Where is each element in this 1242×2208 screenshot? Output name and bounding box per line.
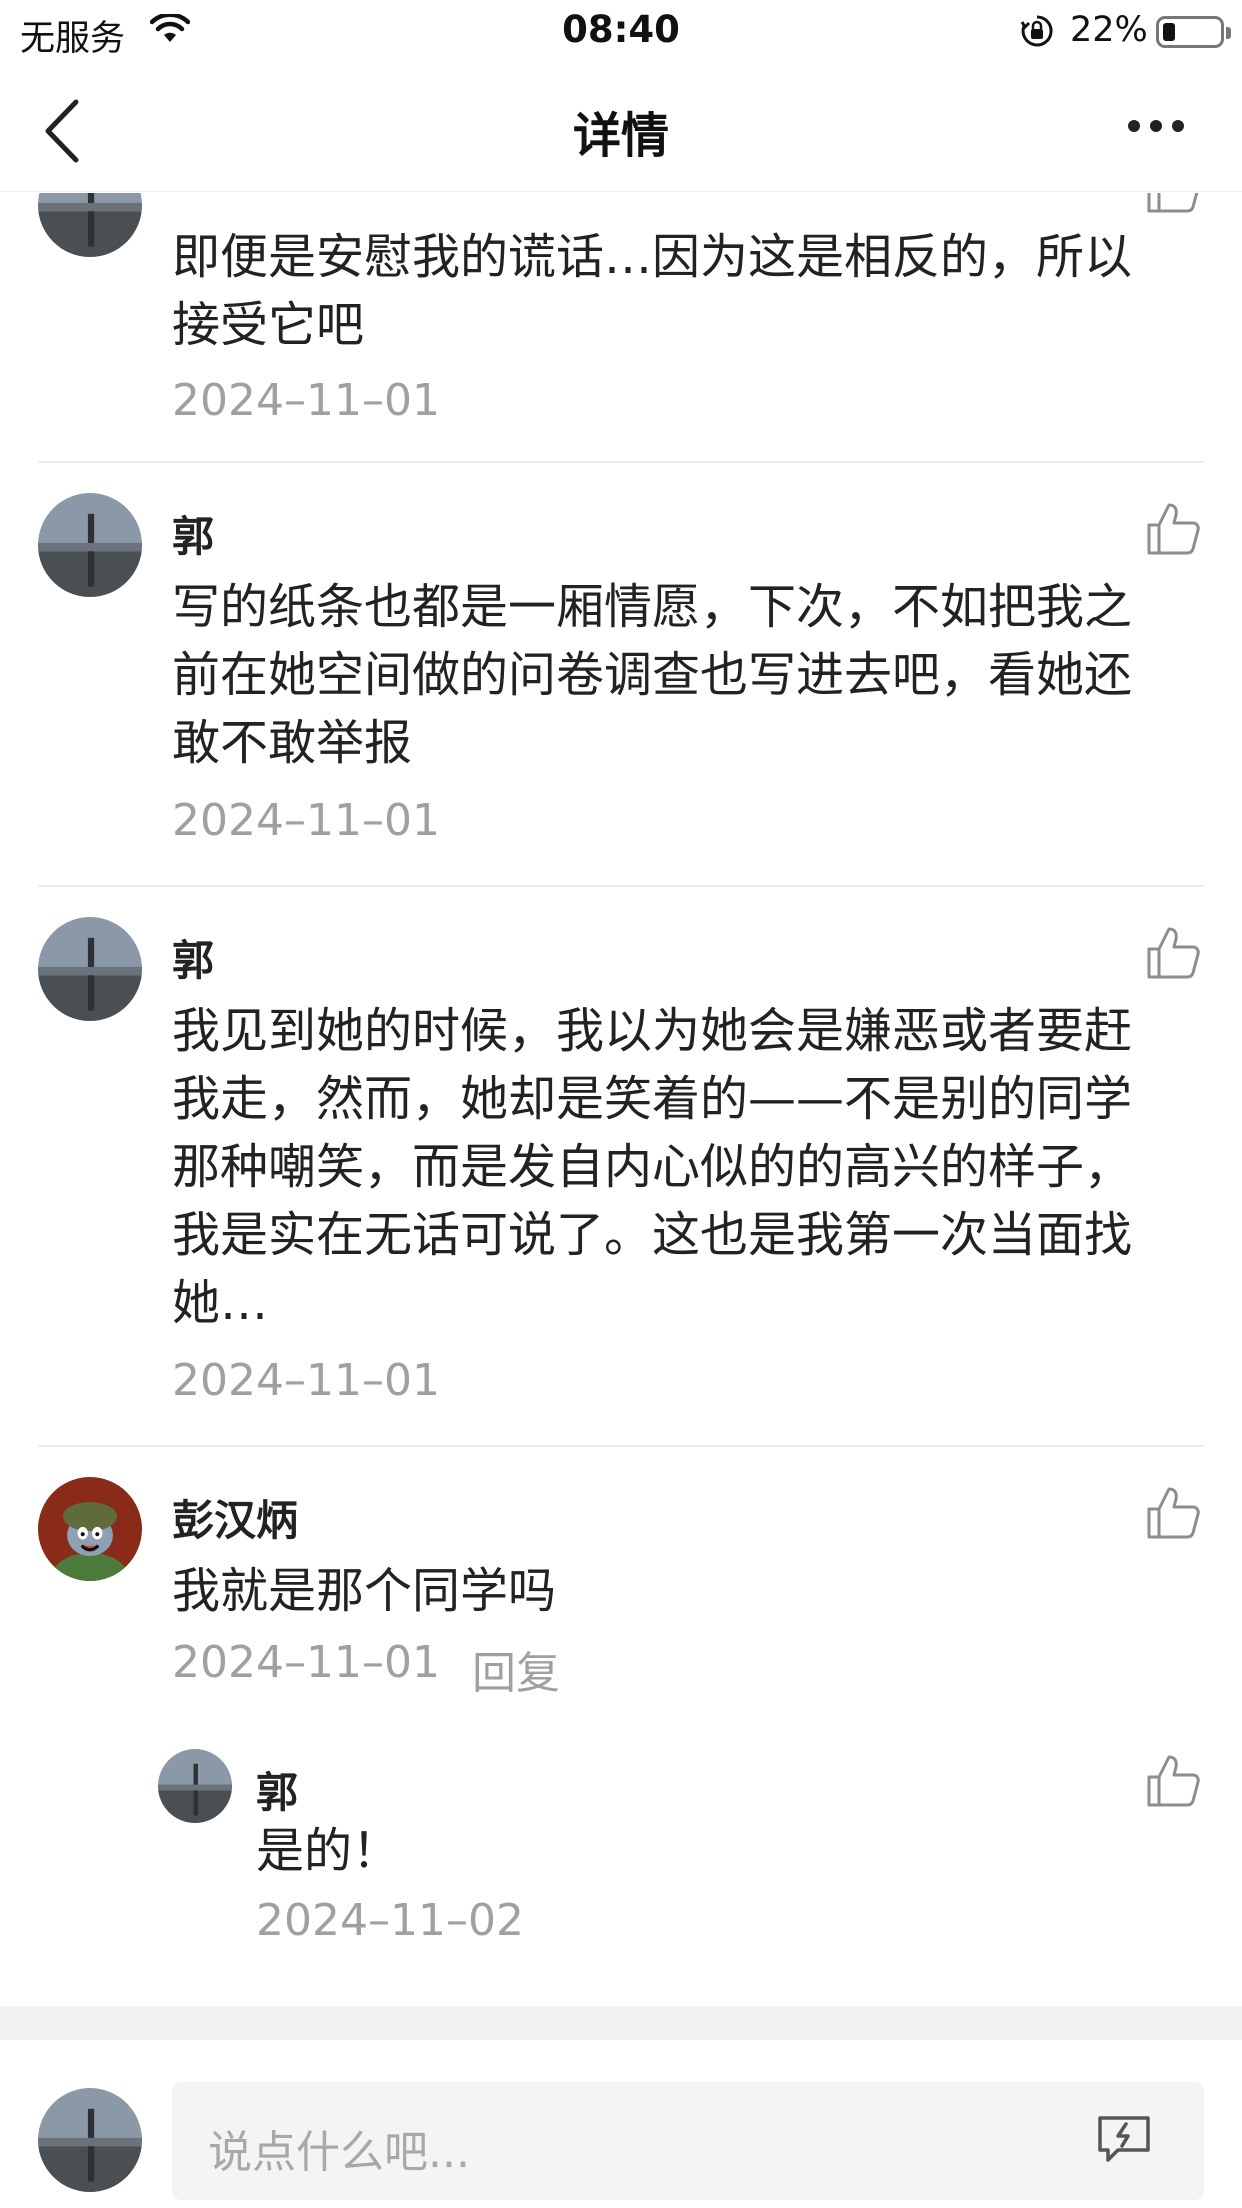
comment-author: 郭: [172, 936, 215, 985]
status-bar: 无服务 08:40 22%: [0, 0, 1242, 62]
comment-text: 即便是安慰我的谎话…因为这是相反的，所以接受它吧: [172, 229, 1133, 353]
more-icon[interactable]: [1126, 118, 1186, 134]
emoji-icon[interactable]: [1096, 2114, 1152, 2164]
reply-button[interactable]: 回复: [472, 1637, 560, 1701]
comment-text: 写的纸条也都是一厢情愿，下次，不如把我之前在她空间做的问卷调查也写进去吧，看她还…: [172, 579, 1133, 771]
comment-author: 郭: [172, 512, 215, 561]
comment-item: 郭 我见到她的时候，我以为她会是嫌恶或者要赶我走，然而，她却是笑着的——不是别的…: [0, 887, 1242, 1447]
battery-level: [1163, 23, 1175, 41]
comment-input-placeholder: 说点什么吧...: [208, 2127, 470, 2178]
orientation-lock-icon: [1020, 15, 1053, 47]
comment-text: 我就是那个同学吗: [172, 1563, 557, 1619]
nav-bar: 详情: [0, 62, 1242, 192]
battery-icon: [1156, 16, 1231, 48]
reply-text: 是的！: [256, 1823, 401, 1879]
page-title: 详情: [572, 108, 669, 164]
comment-author: 彭汉炳: [172, 1496, 299, 1545]
reply-date: 2024–11–02: [256, 1895, 524, 1946]
thumbs-up-icon[interactable]: [1145, 925, 1201, 981]
comment-item: 郭 写的纸条也都是一厢情愿，下次，不如把我之前在她空间做的问卷调查也写进去吧，看…: [0, 463, 1242, 887]
clock: 08:40: [562, 8, 680, 51]
avatar[interactable]: [158, 1749, 232, 1823]
comment-date: 2024–11–01: [172, 1355, 440, 1406]
battery-percent: 22%: [1070, 10, 1148, 50]
comment-input[interactable]: 说点什么吧...: [172, 2082, 1204, 2200]
thumbs-up-icon[interactable]: [1145, 193, 1201, 215]
comment-item: 即便是安慰我的谎话…因为这是相反的，所以接受它吧 2024–11–01: [0, 193, 1242, 463]
thumbs-up-icon[interactable]: [1145, 501, 1201, 557]
thumbs-up-icon[interactable]: [1145, 1485, 1201, 1541]
section-separator: [0, 2006, 1242, 2040]
comment-item: 彭汉炳 我就是那个同学吗 2024–11–01 回复 郭 是的！ 2024–11…: [0, 1447, 1242, 1987]
comment-date: 2024–11–01: [172, 1637, 440, 1688]
avatar[interactable]: [38, 917, 142, 1021]
my-avatar: [38, 2088, 142, 2192]
comment-text: 我见到她的时候，我以为她会是嫌恶或者要赶我走，然而，她却是笑着的——不是别的同学…: [172, 1003, 1133, 1331]
reply-author: 郭: [256, 1768, 299, 1817]
comment-input-bar: 说点什么吧...: [0, 2040, 1242, 2208]
comment-date: 2024–11–01: [172, 795, 440, 846]
avatar[interactable]: [38, 493, 142, 597]
avatar[interactable]: [38, 193, 142, 257]
comment-list: 即便是安慰我的谎话…因为这是相反的，所以接受它吧 2024–11–01 郭 写的…: [0, 193, 1242, 2005]
avatar[interactable]: [38, 1477, 142, 1581]
thumbs-up-icon[interactable]: [1145, 1753, 1201, 1809]
comment-date: 2024–11–01: [172, 375, 440, 426]
